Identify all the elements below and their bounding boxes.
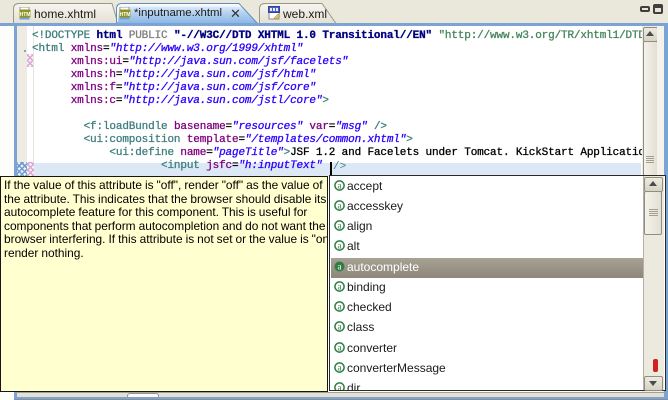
svg-text:a: a	[338, 342, 342, 352]
svg-text:a: a	[338, 302, 342, 312]
svg-text:a: a	[338, 241, 342, 251]
svg-text:HTM: HTM	[120, 12, 131, 18]
svg-text:HTM: HTM	[20, 12, 31, 18]
svg-text:a: a	[338, 261, 342, 271]
svg-text:a: a	[338, 281, 342, 291]
svg-text:a: a	[338, 200, 342, 210]
svg-text:a: a	[338, 221, 342, 231]
svg-text:a: a	[338, 383, 342, 391]
svg-text:a: a	[338, 180, 342, 190]
svg-text:a: a	[338, 322, 342, 332]
svg-text:a: a	[338, 362, 342, 372]
